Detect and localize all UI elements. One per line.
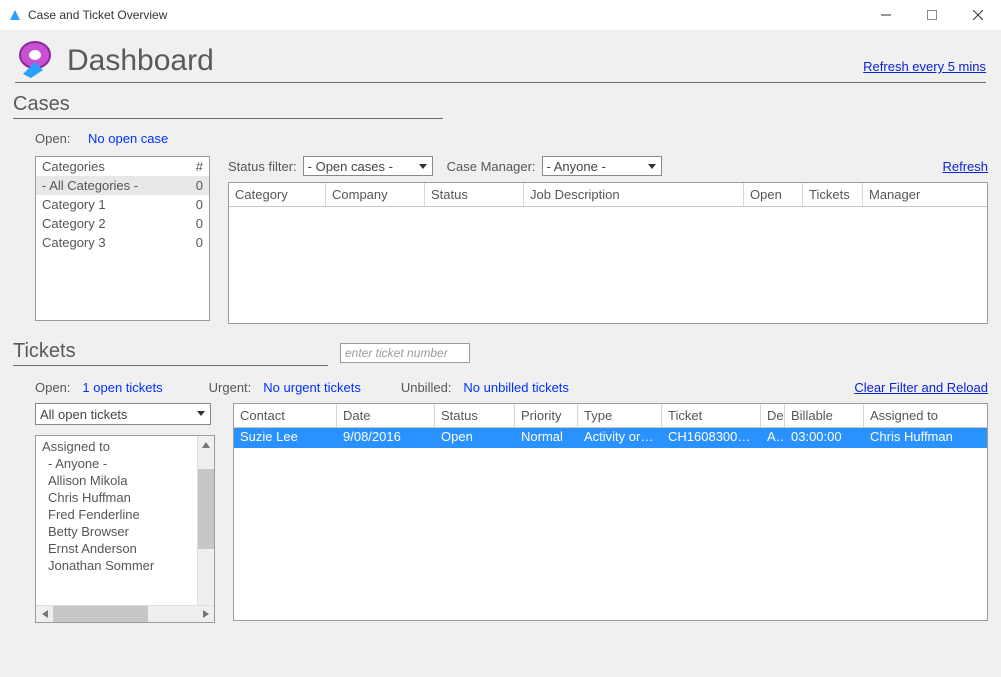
category-item[interactable]: Category 1 0: [36, 195, 209, 214]
cases-grid-header: Category Company Status Job Description …: [229, 183, 987, 207]
cases-grid[interactable]: Category Company Status Job Description …: [228, 182, 988, 324]
col-type[interactable]: Type: [578, 404, 662, 427]
col-contact[interactable]: Contact: [234, 404, 337, 427]
page-header: Dashboard Refresh every 5 mins: [15, 30, 986, 83]
cases-refresh-link[interactable]: Refresh: [942, 159, 988, 174]
status-filter-label: Status filter:: [228, 159, 297, 174]
assignee-header: Assigned to: [36, 438, 214, 455]
assignee-item-anyone[interactable]: - Anyone -: [36, 455, 214, 472]
scroll-right-icon[interactable]: [197, 606, 214, 622]
category-item[interactable]: Category 3 0: [36, 233, 209, 252]
col-date[interactable]: Date: [337, 404, 435, 427]
refresh-interval-link[interactable]: Refresh every 5 mins: [863, 59, 986, 78]
col-open[interactable]: Open: [744, 183, 803, 206]
col-assigned[interactable]: Assigned to: [864, 404, 987, 427]
scroll-thumb[interactable]: [198, 469, 214, 549]
tickets-heading: Tickets: [13, 340, 328, 366]
status-filter-select[interactable]: - Open cases -: [303, 156, 433, 176]
tickets-urgent-label: Urgent:: [209, 380, 252, 395]
assignee-hscroll[interactable]: [36, 605, 214, 622]
col-company[interactable]: Company: [326, 183, 425, 206]
assignee-item[interactable]: Allison Mikola: [36, 472, 214, 489]
scroll-thumb[interactable]: [53, 606, 148, 622]
minimize-button[interactable]: [863, 0, 909, 30]
cases-heading: Cases: [13, 93, 443, 119]
window-title: Case and Ticket Overview: [28, 8, 167, 22]
assignee-listbox[interactable]: Assigned to - Anyone - Allison Mikola Ch…: [35, 435, 215, 623]
category-item-all[interactable]: - All Categories - 0: [36, 176, 209, 195]
assignee-item[interactable]: Chris Huffman: [36, 489, 214, 506]
col-manager[interactable]: Manager: [863, 183, 987, 206]
col-ticket[interactable]: Ticket: [662, 404, 761, 427]
scroll-up-icon[interactable]: [198, 436, 214, 453]
dashboard-logo-icon: [15, 36, 57, 78]
col-job-description[interactable]: Job Description: [524, 183, 744, 206]
ticket-row[interactable]: Suzie Lee 9/08/2016 Open Normal Activity…: [234, 428, 987, 448]
clear-filter-link[interactable]: Clear Filter and Reload: [854, 380, 988, 395]
assignee-vscroll[interactable]: [197, 436, 214, 605]
page-title: Dashboard: [67, 46, 214, 78]
tickets-summary-row: Open: 1 open tickets Urgent: No urgent t…: [35, 380, 988, 395]
scroll-left-icon[interactable]: [36, 606, 53, 622]
case-manager-select[interactable]: - Anyone -: [542, 156, 662, 176]
chevron-down-icon: [645, 159, 659, 173]
cases-open-summary: Open: No open case: [35, 131, 988, 146]
tickets-open-value[interactable]: 1 open tickets: [82, 380, 162, 395]
app-icon: [8, 8, 22, 22]
col-priority[interactable]: Priority: [515, 404, 578, 427]
page: Dashboard Refresh every 5 mins Cases Ope…: [0, 30, 1001, 677]
assignee-item[interactable]: Ernst Anderson: [36, 540, 214, 557]
tickets-grid[interactable]: Contact Date Status Priority Type Ticket…: [233, 403, 988, 621]
categories-listbox[interactable]: Categories # - All Categories - 0 Catego…: [35, 156, 210, 321]
category-item[interactable]: Category 2 0: [36, 214, 209, 233]
tickets-open-label: Open:: [35, 380, 70, 395]
tickets-unbilled-label: Unbilled:: [401, 380, 452, 395]
ticket-filter-select[interactable]: All open tickets: [35, 403, 211, 425]
tickets-urgent-value[interactable]: No urgent tickets: [263, 380, 361, 395]
assignee-item[interactable]: Betty Browser: [36, 523, 214, 540]
maximize-button[interactable]: [909, 0, 955, 30]
case-manager-label: Case Manager:: [447, 159, 536, 174]
close-button[interactable]: [955, 0, 1001, 30]
assignee-item[interactable]: Jonathan Sommer: [36, 557, 214, 574]
tickets-grid-header: Contact Date Status Priority Type Ticket…: [234, 404, 987, 428]
cases-open-label: Open:: [35, 131, 70, 146]
col-de[interactable]: De: [761, 404, 785, 427]
chevron-down-icon: [416, 159, 430, 173]
titlebar: Case and Ticket Overview: [0, 0, 1001, 30]
col-status[interactable]: Status: [425, 183, 524, 206]
col-status[interactable]: Status: [435, 404, 515, 427]
col-tickets[interactable]: Tickets: [803, 183, 863, 206]
tickets-unbilled-value[interactable]: No unbilled tickets: [463, 380, 569, 395]
chevron-down-icon: [194, 406, 208, 420]
col-billable[interactable]: Billable: [785, 404, 864, 427]
categories-header: Categories #: [36, 157, 209, 176]
assignee-item[interactable]: Fred Fenderline: [36, 506, 214, 523]
enter-ticket-input[interactable]: enter ticket number: [340, 343, 470, 363]
cases-filter-row: Status filter: - Open cases - Case Manag…: [228, 156, 988, 176]
cases-open-value[interactable]: No open case: [88, 131, 168, 146]
col-category[interactable]: Category: [229, 183, 326, 206]
